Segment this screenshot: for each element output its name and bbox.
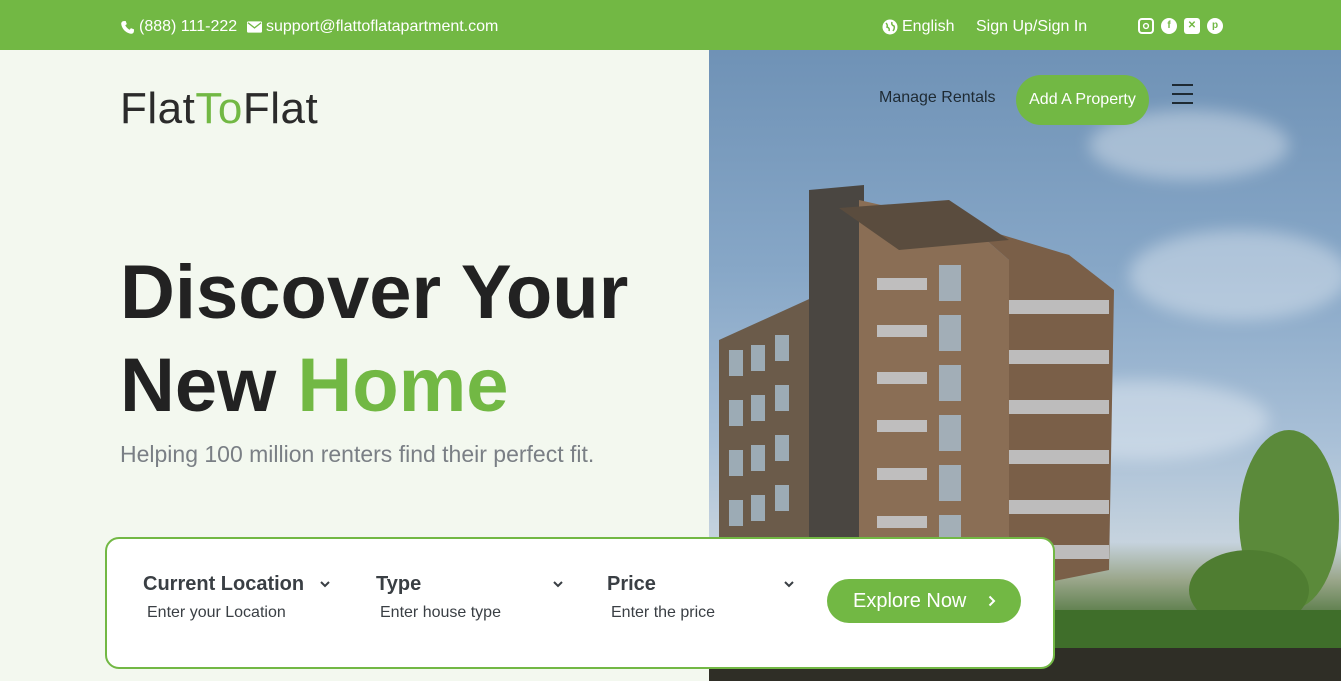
language-selector[interactable]: English (882, 17, 954, 37)
headline-line-1: Discover Your (120, 250, 629, 335)
pinterest-icon[interactable]: p (1207, 18, 1223, 34)
chevron-down-icon (552, 579, 564, 591)
search-panel: Current Location Enter your Location Typ… (105, 537, 1055, 669)
site-logo[interactable]: FlatToFlat (120, 84, 318, 134)
logo-part-flat: Flat (120, 84, 196, 133)
globe-icon (882, 19, 898, 35)
chevron-right-icon (988, 590, 996, 613)
phone-number: (888) 111-222 (139, 18, 238, 35)
chevron-down-icon (783, 579, 795, 591)
hero-subtitle: Helping 100 million renters find their p… (120, 441, 595, 467)
social-links: f ✕ p (1138, 18, 1223, 34)
price-label: Price (607, 573, 656, 595)
location-label: Current Location (143, 573, 305, 595)
price-dropdown[interactable]: Price (607, 573, 795, 596)
signup-signin-label: Sign Up/Sign In (976, 18, 1088, 35)
logo-part-flat-2: Flat (242, 84, 319, 133)
headline-line-2: New Home (120, 339, 628, 432)
x-icon[interactable]: ✕ (1184, 18, 1200, 34)
manage-rentals-link[interactable]: Manage Rentals (879, 89, 996, 107)
language-label: English (902, 18, 955, 35)
price-field[interactable]: Price Enter the price (607, 573, 807, 622)
headline-home: Home (297, 343, 509, 428)
add-property-button[interactable]: Add A Property (1016, 75, 1149, 125)
price-input[interactable]: Enter the price (611, 604, 807, 622)
type-field[interactable]: Type Enter house type (376, 573, 576, 622)
type-dropdown[interactable]: Type (376, 573, 564, 596)
explore-now-button[interactable]: Explore Now (827, 579, 1021, 623)
location-field[interactable]: Current Location Enter your Location (143, 573, 343, 622)
instagram-icon[interactable] (1138, 18, 1154, 34)
facebook-icon[interactable]: f (1161, 18, 1177, 34)
hero-headline: Discover Your New Home (120, 246, 628, 432)
explore-now-label: Explore Now (853, 589, 967, 612)
chevron-down-icon (319, 579, 331, 591)
logo-part-to: To (195, 84, 243, 133)
hamburger-menu-icon[interactable] (1172, 84, 1193, 104)
location-dropdown[interactable]: Current Location (143, 573, 331, 596)
email-address: support@flattoflatapartment.com (266, 18, 499, 35)
envelope-icon (246, 19, 262, 35)
phone-contact[interactable]: (888) 111-222 (119, 17, 237, 37)
type-input[interactable]: Enter house type (380, 604, 576, 622)
type-label: Type (376, 573, 422, 595)
location-input[interactable]: Enter your Location (147, 604, 343, 622)
top-bar: (888) 111-222 support@flattoflatapartmen… (0, 0, 1341, 50)
signup-signin-link[interactable]: Sign Up/Sign In (976, 17, 1087, 37)
phone-icon (119, 19, 135, 35)
headline-new: New (120, 343, 298, 428)
email-contact[interactable]: support@flattoflatapartment.com (246, 17, 498, 37)
